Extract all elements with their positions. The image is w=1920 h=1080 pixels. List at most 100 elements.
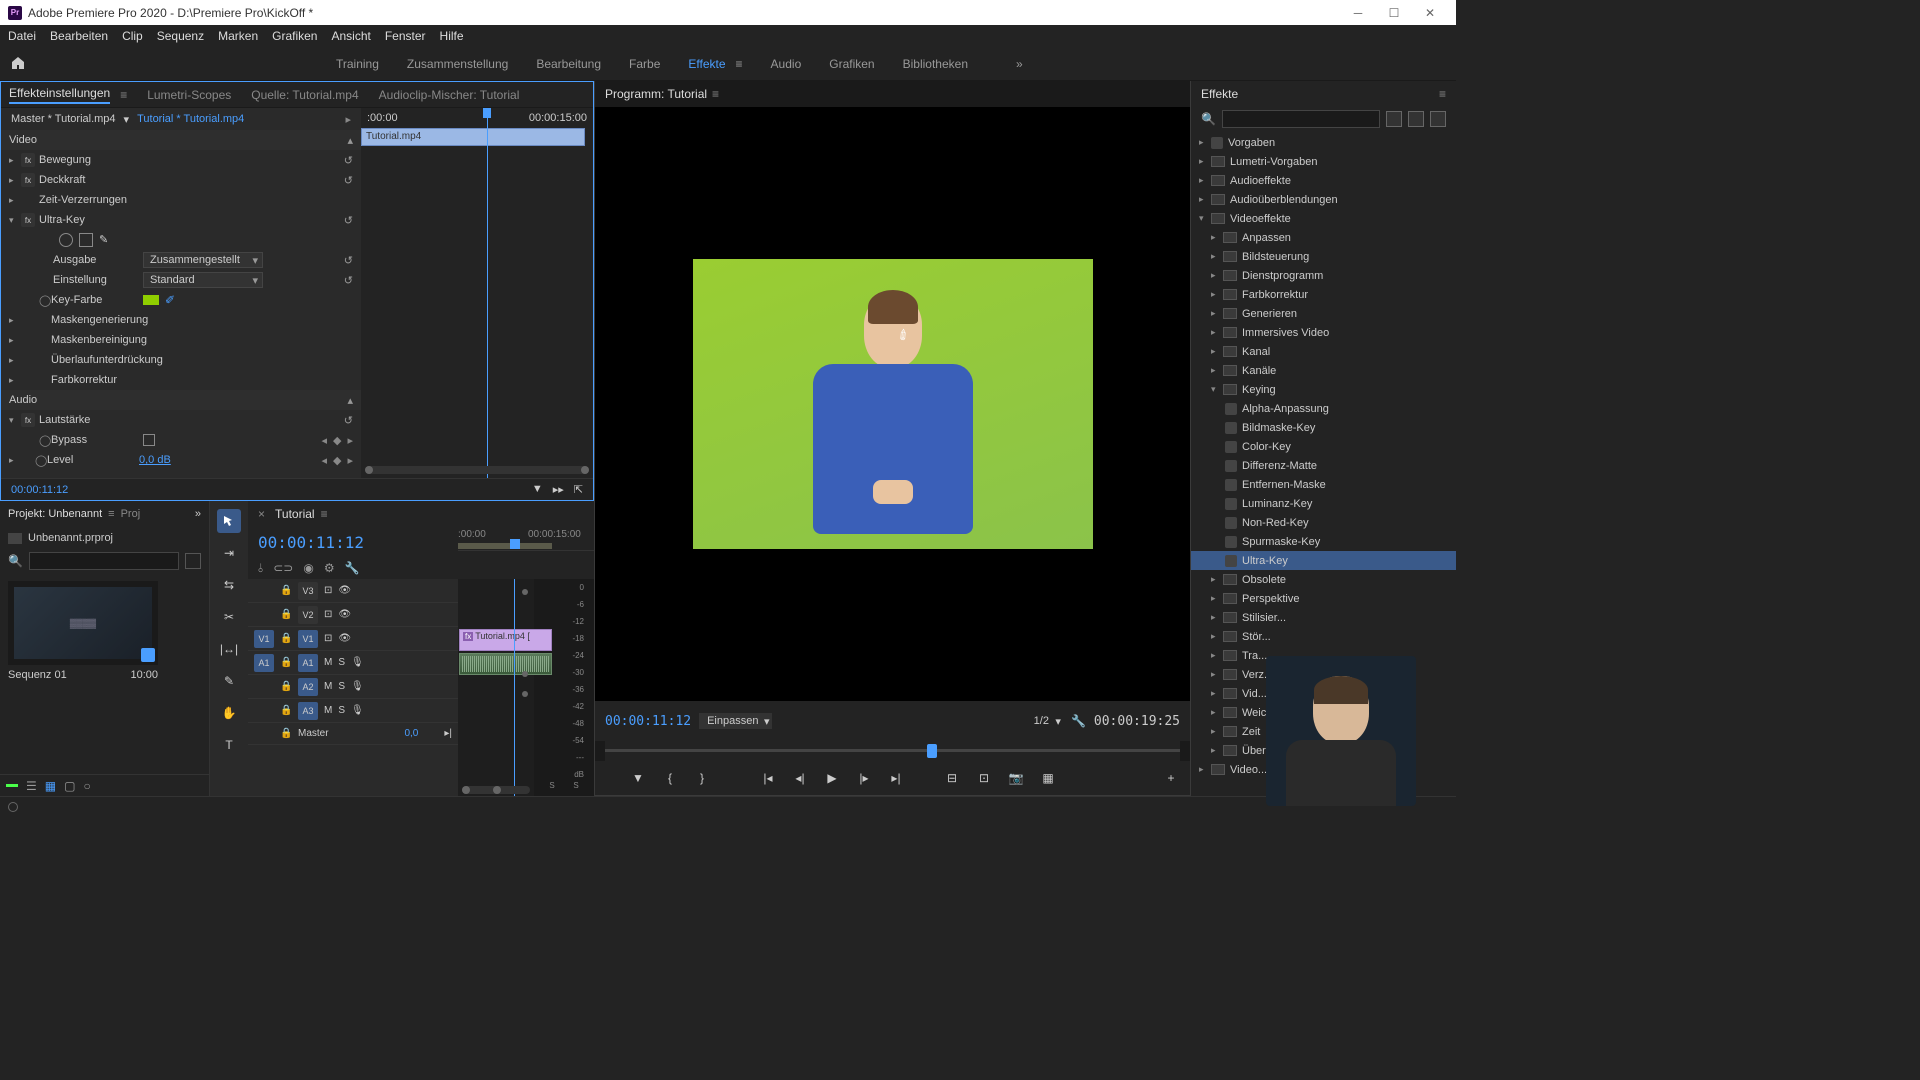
tree-luminanz[interactable]: Luminanz-Key xyxy=(1191,494,1456,513)
workspace-overflow-icon[interactable]: » xyxy=(1016,57,1023,71)
lift-icon[interactable]: ⊟ xyxy=(943,769,961,787)
rect-mask-icon[interactable] xyxy=(79,233,93,247)
menu-hilfe[interactable]: Hilfe xyxy=(440,29,464,43)
tree-obsolete[interactable]: ▸Obsolete xyxy=(1191,570,1456,589)
home-icon[interactable] xyxy=(10,55,28,73)
ripple-edit-tool[interactable]: ⇆ xyxy=(217,573,241,597)
sequence-thumbnail[interactable]: ▓▓▓▓ xyxy=(8,581,158,665)
selection-tool[interactable] xyxy=(217,509,241,533)
track-select-tool[interactable]: ⇥ xyxy=(217,541,241,565)
export-frame-icon[interactable]: ⇱ xyxy=(574,483,583,496)
zoom-slider[interactable]: ○ xyxy=(83,779,90,793)
chevron-right-icon[interactable]: ▸ xyxy=(9,335,21,346)
menu-sequenz[interactable]: Sequenz xyxy=(157,29,204,43)
effects-search-input[interactable] xyxy=(1222,110,1380,128)
tree-audioeffekte[interactable]: ▸Audioeffekte xyxy=(1191,171,1456,190)
prop-farbkorr[interactable]: Farbkorrektur xyxy=(51,374,353,386)
lock-icon[interactable]: 🔒 xyxy=(280,705,292,716)
tree-alpha[interactable]: Alpha-Anpassung xyxy=(1191,399,1456,418)
panel-menu-icon[interactable]: ≡ xyxy=(120,88,127,102)
timeline-playhead[interactable] xyxy=(510,539,520,549)
track-target-a2[interactable]: A2 xyxy=(298,678,318,696)
mic-icon[interactable]: 🎙 xyxy=(351,657,364,668)
eye-icon[interactable]: 👁 xyxy=(338,633,352,644)
playhead-line[interactable] xyxy=(514,579,515,796)
fit-dropdown[interactable]: Einpassen xyxy=(699,713,772,729)
lock-icon[interactable]: 🔒 xyxy=(280,585,292,596)
go-to-out-icon[interactable]: ▸| xyxy=(887,769,905,787)
mute-button[interactable]: M xyxy=(324,705,332,716)
mark-in-icon[interactable]: ▼ xyxy=(629,769,647,787)
timeline-tab[interactable]: Tutorial xyxy=(275,507,315,521)
tree-audioblend[interactable]: ▸Audioüberblendungen xyxy=(1191,190,1456,209)
filter-icon[interactable]: ▼ xyxy=(532,483,543,496)
workspace-farbe[interactable]: Farbe xyxy=(629,57,660,71)
tree-bildsteuerung[interactable]: ▸Bildsteuerung xyxy=(1191,247,1456,266)
fx-badge[interactable]: fx xyxy=(21,173,35,187)
solo-button[interactable]: S xyxy=(338,657,345,668)
pen-mask-icon[interactable]: ✎ xyxy=(99,233,113,247)
wrench-icon[interactable]: 🔧 xyxy=(1071,714,1086,728)
workspace-bearbeitung[interactable]: Bearbeitung xyxy=(536,57,601,71)
tree-kanal[interactable]: ▸Kanal xyxy=(1191,342,1456,361)
solo-button[interactable]: S xyxy=(338,681,345,692)
timeline-video-clip[interactable]: fxTutorial.mp4 [ xyxy=(459,629,552,651)
workspace-menu-icon[interactable]: ≡ xyxy=(736,57,743,71)
export-frame-icon[interactable]: 📷 xyxy=(1007,769,1025,787)
play-only-icon[interactable]: ▸▸ xyxy=(553,483,564,496)
tree-farbkorr[interactable]: ▸Farbkorrektur xyxy=(1191,285,1456,304)
tree-colorkey[interactable]: Color-Key xyxy=(1191,437,1456,456)
prev-keyframe-icon[interactable]: ◂ xyxy=(321,434,327,447)
workspace-effekte[interactable]: Effekte xyxy=(688,57,725,71)
level-value[interactable]: 0,0 dB xyxy=(139,454,171,466)
linked-selection-icon[interactable]: ⊂⊃ xyxy=(273,561,293,575)
collapse-icon[interactable]: ▴ xyxy=(347,134,353,147)
menu-datei[interactable]: Datei xyxy=(8,29,36,43)
source-a1[interactable]: A1 xyxy=(254,654,274,672)
hand-tool[interactable]: ✋ xyxy=(217,701,241,725)
program-timecode-current[interactable]: 00:00:11:12 xyxy=(605,714,691,729)
source-v1[interactable]: V1 xyxy=(254,630,274,648)
prop-lautstarke[interactable]: Lautstärke xyxy=(39,414,344,426)
chevron-right-icon[interactable]: ▸ xyxy=(9,155,21,166)
einstellung-dropdown[interactable]: Standard xyxy=(143,272,263,288)
ec-zoom-handle-right[interactable] xyxy=(581,466,589,474)
lock-icon[interactable]: 🔒 xyxy=(280,633,292,644)
filter-32bit-icon[interactable] xyxy=(1408,111,1424,127)
reset-icon[interactable]: ↺ xyxy=(344,414,353,427)
fx-badge[interactable]: fx xyxy=(21,413,35,427)
work-area-bar[interactable] xyxy=(458,543,552,549)
tree-bildmaske[interactable]: Bildmaske-Key xyxy=(1191,418,1456,437)
solo-right[interactable]: S xyxy=(573,781,578,790)
filter-icon[interactable] xyxy=(185,553,201,569)
ausgabe-dropdown[interactable]: Zusammengestellt xyxy=(143,252,263,268)
chevron-down-icon[interactable]: ▾ xyxy=(9,415,21,426)
reset-icon[interactable]: ↺ xyxy=(344,274,353,287)
collapse-icon[interactable]: ▴ xyxy=(347,394,353,407)
mute-button[interactable]: M xyxy=(324,657,332,668)
chevron-right-icon[interactable]: ▸ xyxy=(9,375,21,386)
lock-icon[interactable]: 🔒 xyxy=(280,681,292,692)
mute-button[interactable]: M xyxy=(324,681,332,692)
close-tab-icon[interactable]: × xyxy=(258,507,265,521)
program-scrub-bar[interactable] xyxy=(605,741,1180,761)
filter-accelerated-icon[interactable] xyxy=(1386,111,1402,127)
workspace-audio[interactable]: Audio xyxy=(771,57,802,71)
add-button-icon[interactable]: + xyxy=(1162,769,1180,787)
prop-maskenber[interactable]: Maskenbereinigung xyxy=(51,334,353,346)
keyframe-handle[interactable] xyxy=(522,691,528,697)
menu-fenster[interactable]: Fenster xyxy=(385,29,426,43)
scrub-head[interactable] xyxy=(927,744,937,758)
tree-keying[interactable]: ▾Keying xyxy=(1191,380,1456,399)
ec-zoom-handle-left[interactable] xyxy=(365,466,373,474)
zoom-dropdown[interactable]: 1/2 xyxy=(1028,713,1063,729)
add-keyframe-icon[interactable]: ◆ xyxy=(333,434,341,447)
comparison-view-icon[interactable]: ▦ xyxy=(1039,769,1057,787)
tl-zoom-handle[interactable] xyxy=(462,786,470,794)
timeline-timecode[interactable]: 00:00:11:12 xyxy=(258,533,364,552)
menu-grafiken[interactable]: Grafiken xyxy=(272,29,317,43)
chevron-right-icon[interactable]: ▸ xyxy=(9,355,21,366)
fx-badge[interactable]: fx xyxy=(21,213,35,227)
tree-kanale[interactable]: ▸Kanäle xyxy=(1191,361,1456,380)
mic-icon[interactable]: 🎙 xyxy=(351,681,364,692)
